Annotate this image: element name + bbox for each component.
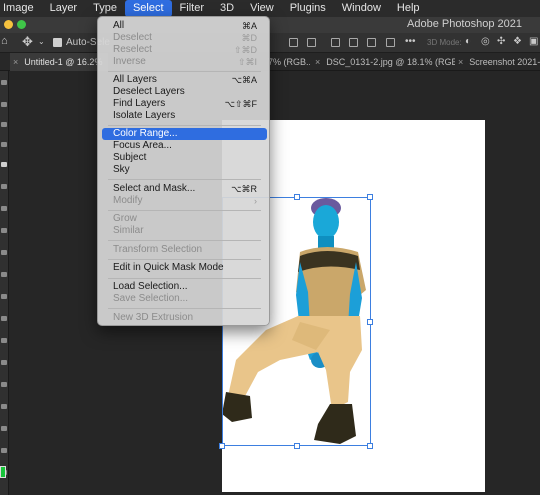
menu-separator — [108, 179, 261, 180]
menu-separator — [108, 71, 261, 72]
menu-item-all-layers[interactable]: All Layers ⌥⌘A — [102, 74, 267, 86]
select-menu-dropdown: All ⌘A Deselect ⌘D Reselect ⇧⌘D Inverse ⇧⌘I … — [97, 16, 270, 326]
menu-item-reselect[interactable]: Reselect ⇧⌘D — [102, 44, 267, 56]
menu-item-save-selection[interactable]: Save Selection... — [102, 293, 267, 305]
menu-separator — [108, 210, 261, 211]
menu-item-focus-area[interactable]: Focus Area... — [102, 140, 267, 152]
menu-item-find-layers[interactable]: Find Layers ⌥⇧⌘F — [102, 98, 267, 110]
menu-item-grow[interactable]: Grow — [102, 213, 267, 225]
chevron-right-icon: › — [254, 196, 257, 206]
menu-item-load-selection[interactable]: Load Selection... — [102, 281, 267, 293]
menu-item-transform-selection[interactable]: Transform Selection — [102, 244, 267, 256]
menu-item-subject[interactable]: Subject — [102, 152, 267, 164]
menu-separator — [108, 308, 261, 309]
menu-separator — [108, 125, 261, 126]
transform-handle-bottom[interactable] — [294, 443, 300, 449]
menu-item-select-and-mask[interactable]: Select and Mask... ⌥⌘R — [102, 183, 267, 195]
menu-item-similar[interactable]: Similar — [102, 225, 267, 237]
transform-handle-top-right[interactable] — [367, 194, 373, 200]
menu-item-deselect[interactable]: Deselect ⌘D — [102, 32, 267, 44]
menu-item-modify[interactable]: Modify › — [102, 195, 267, 207]
menu-item-deselect-layers[interactable]: Deselect Layers — [102, 86, 267, 98]
transform-handle-top[interactable] — [294, 194, 300, 200]
transform-handle-bottom-right[interactable] — [367, 443, 373, 449]
menu-item-quick-mask-mode[interactable]: Edit in Quick Mask Mode — [102, 262, 267, 274]
menu-separator — [108, 278, 261, 279]
menu-separator — [108, 259, 261, 260]
transform-handle-bottom-left[interactable] — [219, 443, 225, 449]
menu-item-color-range[interactable]: Color Range... — [102, 128, 267, 140]
menu-separator — [108, 240, 261, 241]
menu-item-isolate-layers[interactable]: Isolate Layers — [102, 110, 267, 122]
menu-item-new-3d-extrusion[interactable]: New 3D Extrusion — [102, 312, 267, 324]
transform-handle-right[interactable] — [367, 319, 373, 325]
menu-item-inverse[interactable]: Inverse ⇧⌘I — [102, 56, 267, 68]
menu-item-sky[interactable]: Sky — [102, 164, 267, 176]
menu-item-all[interactable]: All ⌘A — [102, 20, 267, 32]
